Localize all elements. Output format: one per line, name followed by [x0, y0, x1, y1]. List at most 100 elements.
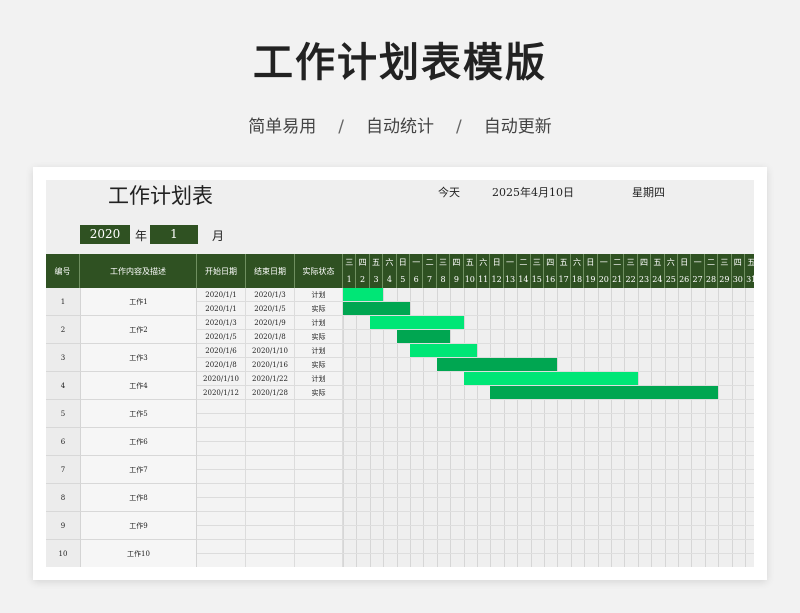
start-date	[197, 400, 246, 414]
actual-bar	[436, 358, 558, 371]
task-name: 工作8	[80, 484, 197, 512]
day-header: 11	[477, 271, 491, 288]
actual-bar	[343, 302, 410, 315]
start-date	[197, 554, 246, 567]
weekday-header: 二	[423, 254, 437, 271]
end-date	[246, 414, 295, 428]
row-index: 6	[46, 428, 80, 456]
end-date	[246, 498, 295, 512]
feature-item: 简单易用	[248, 117, 317, 137]
end-date	[246, 526, 295, 540]
weekday-header: 一	[597, 254, 611, 271]
header-status: 实际状态	[295, 254, 343, 288]
end-date: 2020/1/3	[246, 288, 295, 302]
end-date: 2020/1/22	[246, 372, 295, 386]
start-date	[197, 414, 246, 428]
day-header: 3	[369, 271, 384, 288]
header-end: 结束日期	[246, 254, 295, 288]
task-name: 工作4	[80, 372, 197, 400]
weekday-header: 四	[450, 254, 464, 271]
start-date: 2020/1/10	[197, 372, 246, 386]
status-cell	[295, 470, 343, 484]
start-date: 2020/1/5	[197, 330, 246, 344]
page-title: 工作计划表模版	[253, 40, 547, 86]
task-name: 工作10	[80, 540, 197, 567]
end-date: 2020/1/10	[246, 344, 295, 358]
row-index: 1	[46, 288, 80, 316]
task-name: 工作5	[80, 400, 197, 428]
status-cell: 计划	[295, 288, 343, 302]
day-header: 28	[704, 271, 719, 288]
feature-item: 自动统计	[366, 117, 434, 137]
year-unit: 年	[135, 229, 148, 243]
grid-line	[343, 343, 754, 344]
plan-bar	[343, 288, 384, 301]
end-date	[246, 428, 295, 442]
day-header: 4	[383, 271, 397, 288]
weekday-header: 三	[624, 254, 638, 271]
status-cell	[295, 554, 343, 567]
status-cell	[295, 526, 343, 540]
year-input[interactable]: 2020	[80, 225, 130, 244]
weekday-header: 日	[678, 254, 692, 271]
end-date: 2020/1/9	[246, 316, 295, 330]
row-index: 10	[46, 540, 80, 567]
weekday-header: 五	[369, 254, 384, 271]
sheet-title: 工作计划表	[108, 184, 213, 208]
day-header: 9	[450, 271, 464, 288]
month-input[interactable]: 1	[150, 225, 198, 244]
grid-line	[343, 399, 754, 400]
weekday-header: 五	[745, 254, 754, 271]
status-cell	[295, 540, 343, 554]
feature-list: 简单易用 / 自动统计 / 自动更新	[0, 112, 800, 137]
grid-line	[343, 427, 754, 428]
header-start: 开始日期	[197, 254, 246, 288]
weekday-header: 三	[530, 254, 544, 271]
today-label: 今天	[438, 186, 460, 199]
start-date: 2020/1/3	[197, 316, 246, 330]
day-header: 13	[503, 271, 518, 288]
start-date: 2020/1/12	[197, 386, 246, 400]
task-name: 工作6	[80, 428, 197, 456]
grid-line	[343, 469, 754, 470]
day-header: 30	[731, 271, 745, 288]
start-date	[197, 428, 246, 442]
day-header: 5	[396, 271, 410, 288]
plan-bar	[463, 372, 638, 385]
grid-line	[343, 483, 754, 484]
status-cell: 计划	[295, 344, 343, 358]
end-date	[246, 470, 295, 484]
gantt-table: 编号 工作内容及描述 开始日期 结束日期 实际状态 三1四2五3六4日5一6二7…	[46, 254, 754, 567]
status-cell	[295, 512, 343, 526]
start-date: 2020/1/8	[197, 358, 246, 372]
weekday-header: 三	[343, 254, 357, 271]
grid-line	[343, 455, 754, 456]
start-date	[197, 484, 246, 498]
weekday-header: 六	[383, 254, 397, 271]
status-cell	[295, 400, 343, 414]
status-cell	[295, 456, 343, 470]
row-index: 7	[46, 456, 80, 484]
start-date	[197, 540, 246, 554]
end-date	[246, 484, 295, 498]
weekday-header: 日	[396, 254, 410, 271]
status-cell	[295, 484, 343, 498]
day-header: 19	[584, 271, 598, 288]
start-date	[197, 526, 246, 540]
row-index: 2	[46, 316, 80, 344]
weekday-header: 四	[356, 254, 370, 271]
start-date	[197, 512, 246, 526]
status-cell: 实际	[295, 358, 343, 372]
end-date: 2020/1/8	[246, 330, 295, 344]
row-index: 5	[46, 400, 80, 428]
weekday-header: 五	[557, 254, 571, 271]
end-date: 2020/1/5	[246, 302, 295, 316]
day-header: 18	[570, 271, 585, 288]
start-date	[197, 498, 246, 512]
weekday-header: 二	[517, 254, 531, 271]
grid-line	[343, 497, 754, 498]
day-header: 22	[624, 271, 638, 288]
day-header: 1	[343, 271, 357, 288]
task-name: 工作2	[80, 316, 197, 344]
weekday-header: 六	[664, 254, 678, 271]
